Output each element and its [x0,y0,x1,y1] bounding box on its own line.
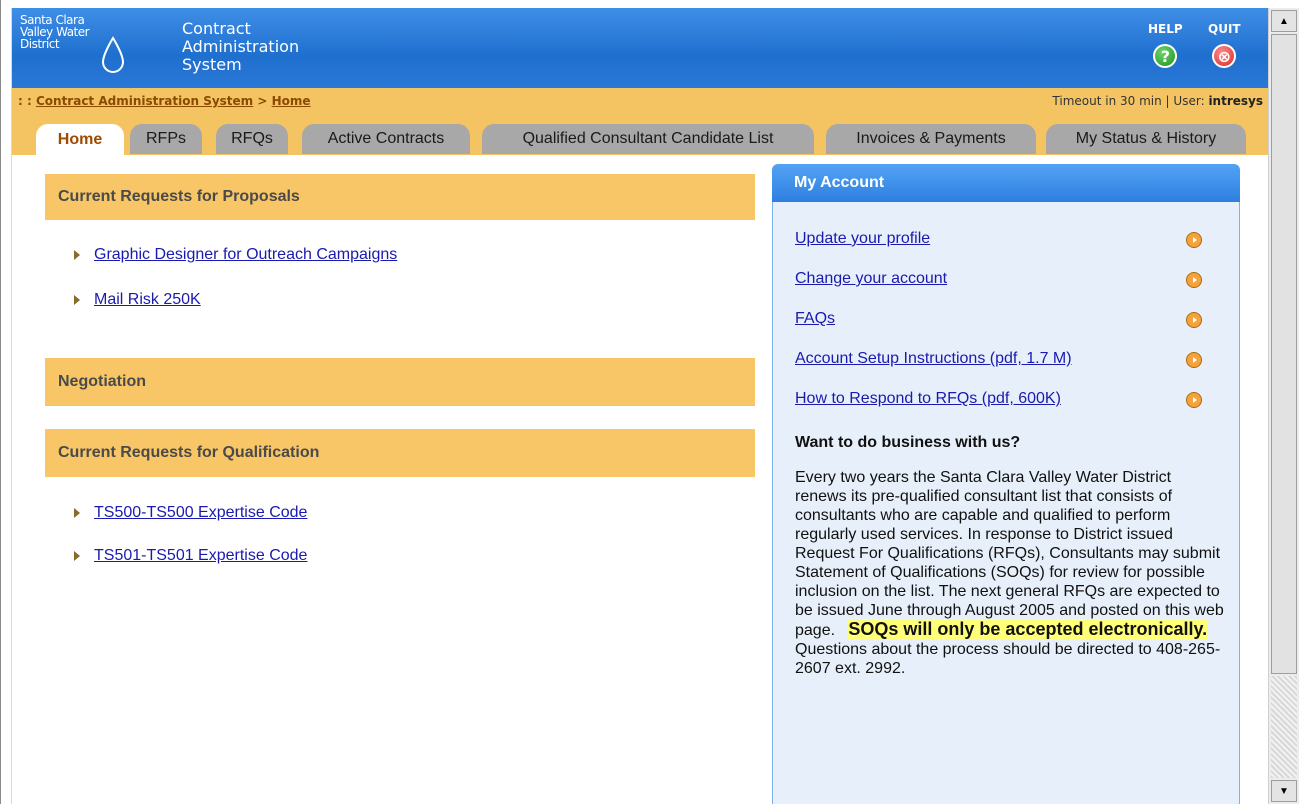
app-title-line-1: Contract [182,19,251,38]
user-name: intresys [1208,94,1263,108]
triangle-right-icon [74,551,80,561]
breadcrumb-separator: > [257,94,268,108]
vertical-scrollbar[interactable]: ▲ ▼ [1268,8,1299,804]
browser-frame: Santa Clara Valley Water District Contra… [0,0,1299,804]
rfq-section-title: Current Requests for Qualification [58,444,320,461]
tab-qualified-consultant-candidate-list[interactable]: Qualified Consultant Candidate List [482,124,814,154]
timeout-text: Timeout in 30 min [1052,94,1162,108]
my-account-title: My Account [794,174,885,191]
business-highlight: SOQs will only be accepted electronicall… [848,619,1208,639]
circle-arrow-icon[interactable] [1186,392,1202,408]
app-header: Santa Clara Valley Water District Contra… [12,8,1269,88]
rfp-section-header: Current Requests for Proposals [45,174,755,220]
tab-home[interactable]: Home [36,124,124,155]
water-drop-icon [101,36,125,73]
account-link-row: Account Setup Instructions (pdf, 1.7 M) [795,350,1072,368]
account-link-row: FAQs [795,310,835,328]
help-icon: ? [1153,44,1178,68]
tab-invoices-payments[interactable]: Invoices & Payments [826,124,1036,154]
tab-bar: Home RFPs RFQs Active Contracts Qualifie… [12,113,1269,155]
negotiation-section-title: Negotiation [58,373,146,390]
user-label: User: [1173,94,1205,108]
session-status: Timeout in 30 min | User: intresys [1052,94,1263,108]
breadcrumb-root-link[interactable]: Contract Administration System [36,94,253,108]
status-separator: | [1165,94,1170,108]
triangle-right-icon [74,250,80,260]
rfq-link-ts500[interactable]: TS500-TS500 Expertise Code [94,504,307,522]
org-logo: Santa Clara Valley Water District [12,8,140,88]
org-logo-text: Santa Clara Valley Water District [20,13,90,51]
business-tail: Questions about the process should be di… [795,641,1221,677]
help-button[interactable]: HELP ? [1148,22,1183,68]
scroll-up-icon[interactable]: ▲ [1271,10,1297,32]
account-link-row: How to Respond to RFQs (pdf, 600K) [795,390,1061,408]
list-item: Graphic Designer for Outreach Campaigns [74,246,397,264]
negotiation-section-header: Negotiation [45,358,755,406]
app-title-line-3: System [182,55,242,74]
rfp-link-graphic-designer[interactable]: Graphic Designer for Outreach Campaigns [94,246,397,264]
rfq-section-header: Current Requests for Qualification [45,429,755,477]
rfp-link-mail-risk[interactable]: Mail Risk 250K [94,291,201,309]
breadcrumb: : : Contract Administration System > Hom… [18,94,311,108]
scrollbar-track[interactable] [1271,676,1297,778]
account-link-row: Change your account [795,270,947,288]
tab-rfps[interactable]: RFPs [130,124,202,154]
my-account-panel: Update your profile Change your account … [772,202,1240,804]
list-item: TS500-TS500 Expertise Code [74,504,307,522]
quit-label: QUIT [1208,22,1241,36]
circle-arrow-icon[interactable] [1186,312,1202,328]
list-item: TS501-TS501 Expertise Code [74,547,307,565]
rfq-link-ts501[interactable]: TS501-TS501 Expertise Code [94,547,307,565]
app-title-line-2: Administration [182,37,300,56]
how-to-respond-rfqs-link[interactable]: How to Respond to RFQs (pdf, 600K) [795,390,1061,407]
circle-arrow-icon[interactable] [1186,232,1202,248]
tab-my-status-history[interactable]: My Status & History [1046,124,1246,154]
tab-rfqs[interactable]: RFQs [216,124,288,154]
breadcrumb-bar: : : Contract Administration System > Hom… [12,88,1269,113]
update-profile-link[interactable]: Update your profile [795,230,930,247]
account-setup-instructions-link[interactable]: Account Setup Instructions (pdf, 1.7 M) [795,350,1072,367]
business-paragraph: Every two years the Santa Clara Valley W… [795,468,1225,678]
breadcrumb-prefix: : : [18,94,32,108]
circle-arrow-icon[interactable] [1186,272,1202,288]
help-label: HELP [1148,22,1183,36]
business-text: Every two years the Santa Clara Valley W… [795,469,1224,639]
tab-active-contracts[interactable]: Active Contracts [302,124,470,154]
change-account-link[interactable]: Change your account [795,270,947,287]
rfp-section-title: Current Requests for Proposals [58,188,300,205]
triangle-right-icon [74,508,80,518]
account-link-row: Update your profile [795,230,930,248]
faqs-link[interactable]: FAQs [795,310,835,327]
quit-button[interactable]: QUIT ⊗ [1208,22,1241,68]
app-title: Contract Administration System [182,20,299,74]
page-content: Santa Clara Valley Water District Contra… [11,8,1269,804]
business-heading: Want to do business with us? [795,434,1021,451]
scrollbar-thumb[interactable] [1271,34,1297,674]
triangle-right-icon [74,295,80,305]
scroll-down-icon[interactable]: ▼ [1271,780,1297,802]
quit-icon: ⊗ [1212,44,1237,68]
list-item: Mail Risk 250K [74,291,201,309]
circle-arrow-icon[interactable] [1186,352,1202,368]
breadcrumb-current-link[interactable]: Home [272,94,311,108]
my-account-header: My Account [772,164,1240,202]
